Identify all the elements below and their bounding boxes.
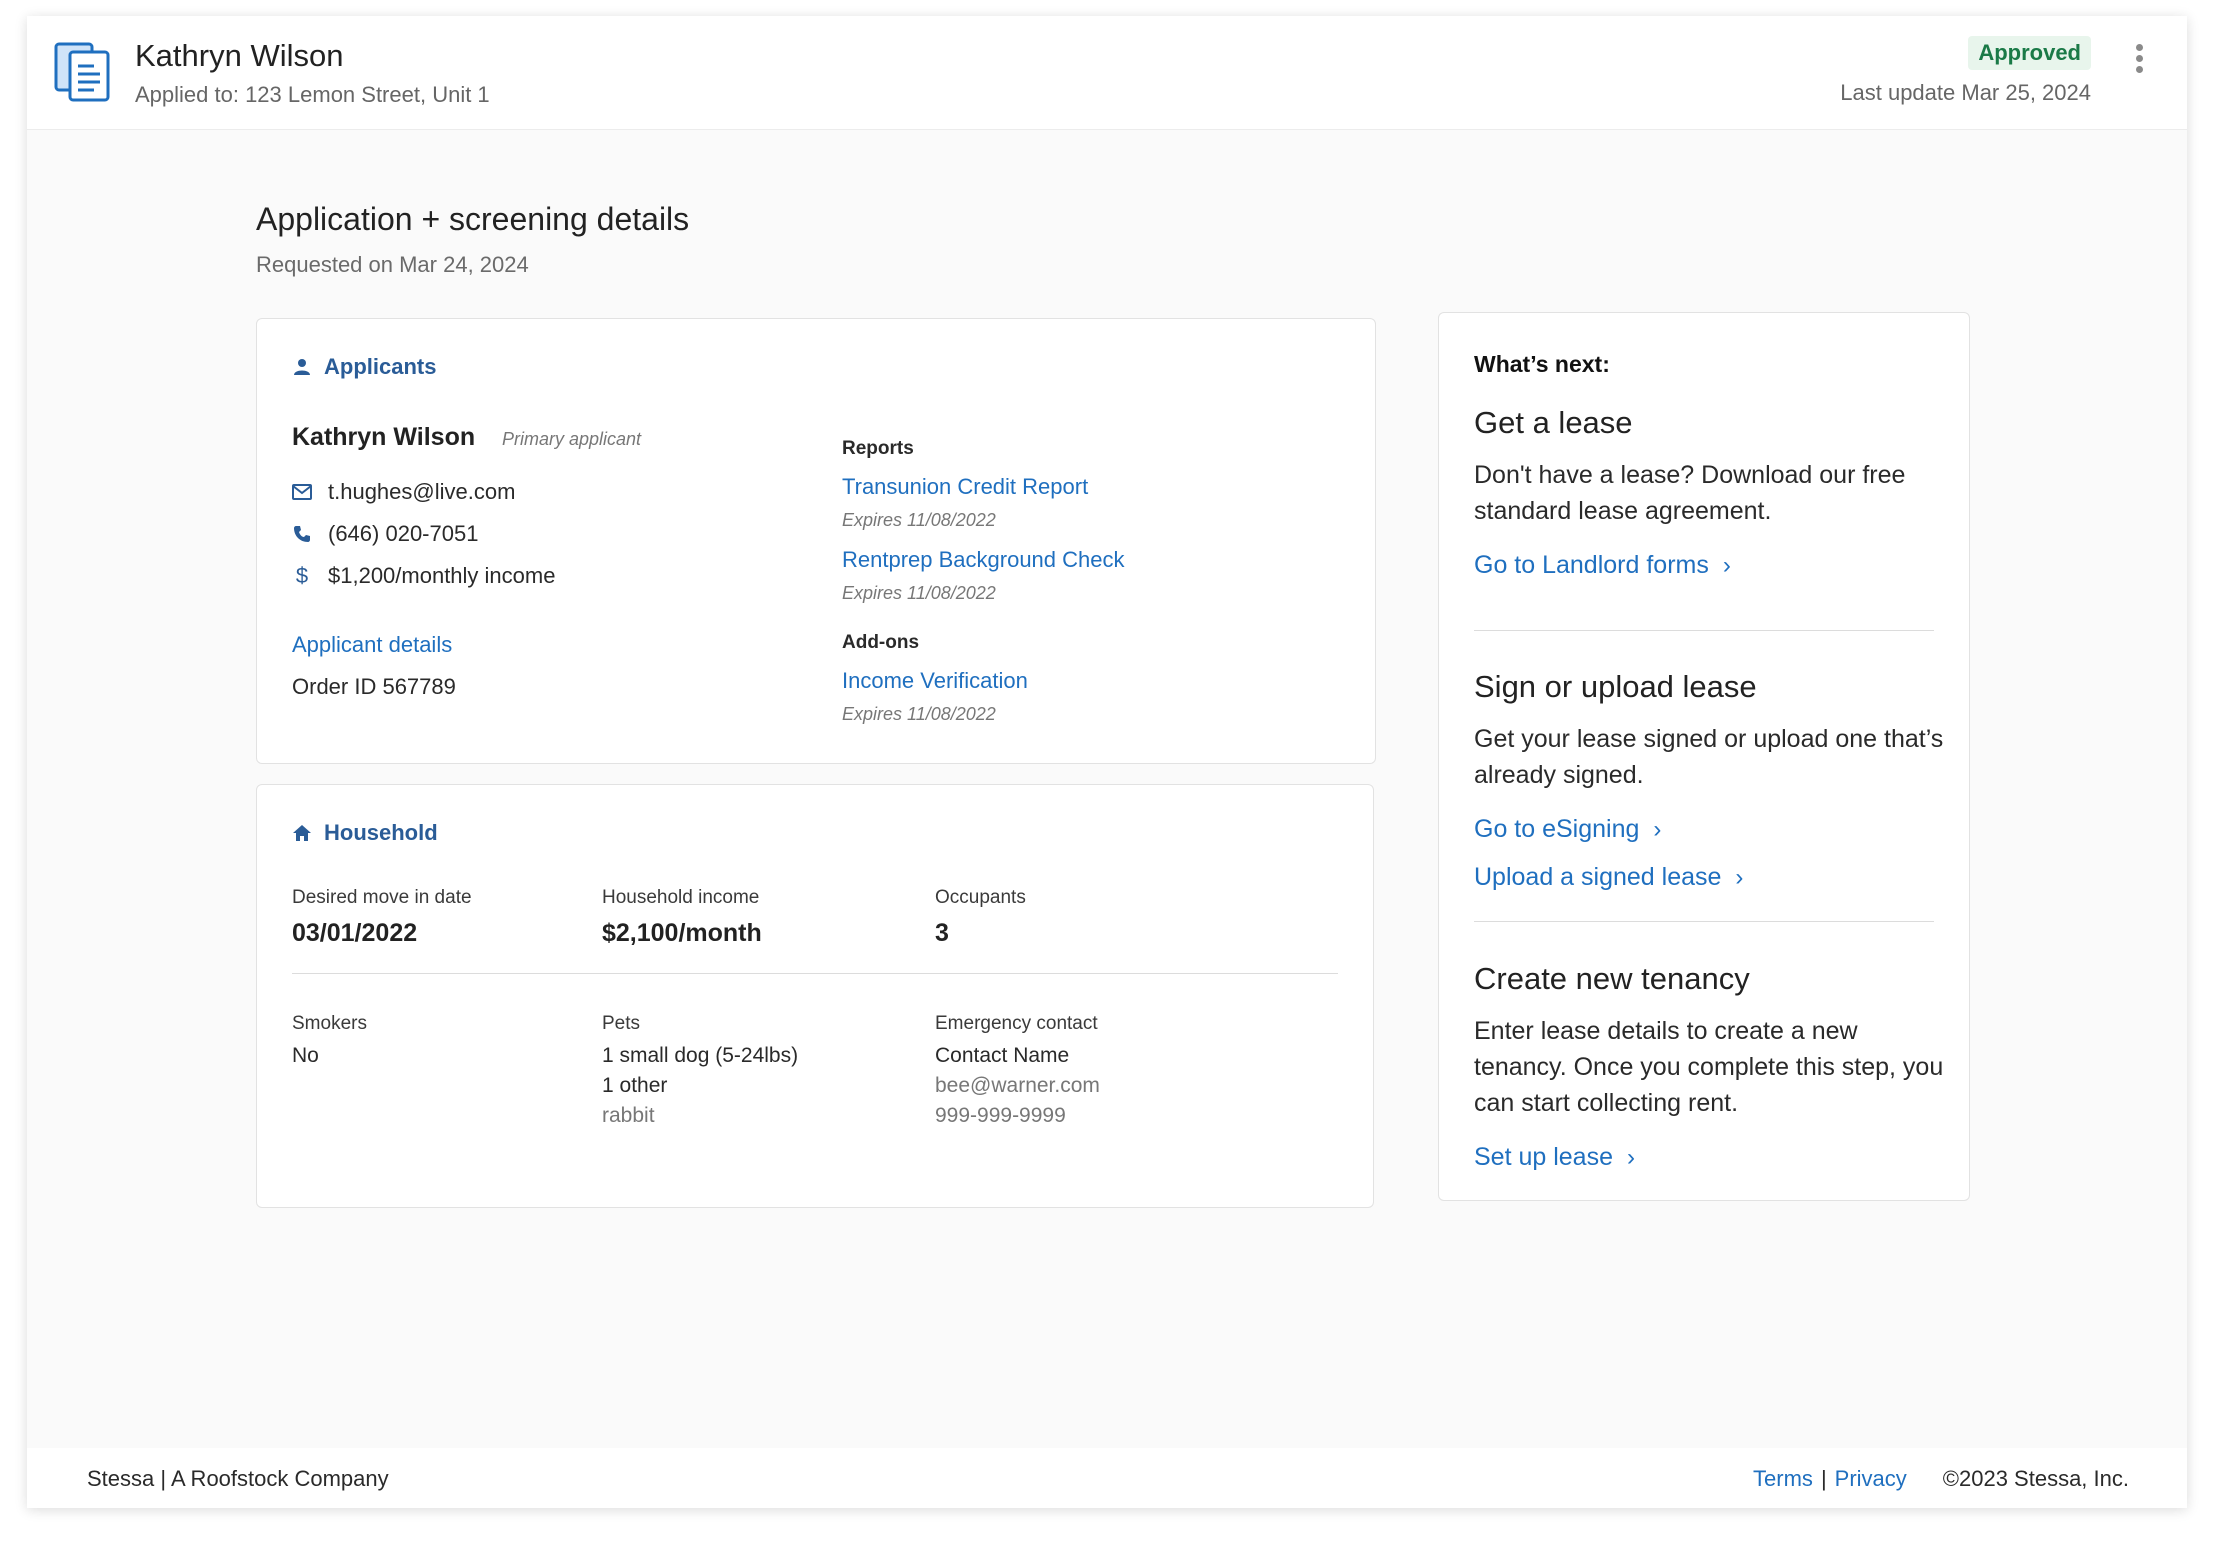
applied-to-address: Applied to: 123 Lemon Street, Unit 1 (135, 82, 490, 107)
income-row: $ $1,200/monthly income (292, 563, 556, 589)
person-icon (294, 359, 310, 375)
section-divider (1474, 630, 1934, 631)
household-card: Household Desired move in date 03/01/202… (256, 784, 1374, 1208)
get-lease-title: Get a lease (1474, 405, 1633, 440)
report-expiry: Expires 11/08/2022 (842, 510, 996, 530)
household-divider (292, 973, 1338, 974)
move-in-label: Desired move in date (292, 887, 472, 908)
smokers-label: Smokers (292, 1013, 367, 1034)
applicant-name: Kathryn Wilson (135, 38, 344, 73)
report-link-transunion[interactable]: Transunion Credit Report (842, 474, 1088, 500)
chevron-right-icon: › (1735, 863, 1744, 891)
household-income: $2,100/month (602, 919, 762, 947)
phone-icon (292, 524, 312, 544)
reports-label: Reports (842, 438, 914, 459)
create-tenancy-title: Create new tenancy (1474, 961, 1750, 996)
get-lease-description: Don't have a lease? Download our free st… (1474, 461, 1906, 525)
more-options-icon[interactable] (2133, 44, 2145, 78)
applicant-income: $1,200/monthly income (328, 563, 556, 588)
whats-next-card: What’s next: Get a lease Don't have a le… (1438, 312, 1970, 1201)
emergency-contact-label: Emergency contact (935, 1013, 1098, 1034)
emergency-contact-name: Contact Name (935, 1044, 1070, 1067)
document-icon (54, 42, 110, 102)
page-header: Kathryn Wilson Applied to: 123 Lemon Str… (27, 16, 2187, 130)
section-divider (1474, 921, 1934, 922)
footer-separator: | (1820, 1466, 1827, 1491)
home-icon (293, 825, 311, 841)
household-heading: Household (292, 820, 438, 846)
upload-lease-label: Upload a signed lease (1474, 863, 1722, 891)
create-tenancy-description: Enter lease details to create a new tena… (1474, 1017, 1944, 1117)
move-in-date: 03/01/2022 (292, 919, 418, 947)
household-label: Household (324, 820, 438, 845)
occupants-count: 3 (935, 919, 949, 947)
pets-label: Pets (602, 1013, 641, 1034)
applicant-role: Primary applicant (502, 429, 642, 449)
emergency-contact-email: bee@warner.com (935, 1074, 1100, 1097)
smokers-value: No (292, 1044, 319, 1067)
sign-lease-title: Sign or upload lease (1474, 669, 1757, 704)
pets-other-type: rabbit (602, 1104, 655, 1127)
applicant-details-link[interactable]: Applicant details (292, 632, 452, 658)
mail-icon (292, 482, 312, 502)
addons-label: Add-ons (842, 632, 920, 653)
applicants-label: Applicants (324, 354, 437, 379)
addon-link-income-verification[interactable]: Income Verification (842, 668, 1028, 694)
emergency-contact-phone: 999-999-9999 (935, 1104, 1066, 1127)
landlord-forms-label: Go to Landlord forms (1474, 551, 1709, 579)
page-title: Application + screening details (256, 201, 690, 237)
addon-expiry: Expires 11/08/2022 (842, 704, 996, 724)
terms-link[interactable]: Terms (1753, 1466, 1813, 1492)
chevron-right-icon: › (1627, 1143, 1635, 1171)
report-link-rentprep[interactable]: Rentprep Background Check (842, 547, 1125, 573)
app-window: Kathryn Wilson Applied to: 123 Lemon Str… (27, 16, 2187, 1508)
pets-other: 1 other (602, 1074, 668, 1097)
sign-lease-description: Get your lease signed or upload one that… (1474, 725, 1944, 789)
esigning-link[interactable]: Go to eSigning › (1474, 815, 1661, 844)
applicants-card: Applicants Kathryn Wilson Primary applic… (256, 318, 1376, 764)
household-income-label: Household income (602, 887, 760, 908)
chevron-right-icon: › (1653, 815, 1662, 843)
applicant-full-name: Kathryn Wilson (292, 423, 476, 451)
email-row: t.hughes@live.com (292, 479, 515, 505)
occupants-label: Occupants (935, 887, 1026, 908)
set-up-lease-link[interactable]: Set up lease › (1474, 1143, 1635, 1172)
set-up-lease-label: Set up lease (1474, 1143, 1613, 1171)
order-id: Order ID 567789 (292, 674, 456, 699)
copyright: ©2023 Stessa, Inc. (1942, 1466, 2129, 1491)
applicant-phone: (646) 020-7051 (328, 521, 479, 546)
esigning-label: Go to eSigning (1474, 815, 1640, 843)
privacy-link[interactable]: Privacy (1835, 1466, 1907, 1492)
chevron-right-icon: › (1722, 551, 1731, 579)
pets-dog: 1 small dog (5-24lbs) (602, 1044, 799, 1067)
applicants-heading: Applicants (292, 354, 436, 380)
footer-links: Terms | Privacy ©2023 Stessa, Inc. (1753, 1466, 2129, 1492)
landlord-forms-link[interactable]: Go to Landlord forms › (1474, 551, 1731, 580)
applicant-email: t.hughes@live.com (328, 479, 516, 504)
last-update: Last update Mar 25, 2024 (1840, 80, 2091, 105)
status-badge: Approved (1968, 36, 2091, 70)
footer-brand: Stessa | A Roofstock Company (87, 1466, 389, 1491)
page-footer: Stessa | A Roofstock Company Terms | Pri… (27, 1448, 2187, 1508)
whats-next-heading: What’s next: (1474, 351, 1610, 377)
upload-lease-link[interactable]: Upload a signed lease › (1474, 863, 1743, 892)
phone-row: (646) 020-7051 (292, 521, 478, 547)
report-expiry: Expires 11/08/2022 (842, 583, 996, 603)
dollar-icon: $ (295, 563, 309, 588)
requested-date: Requested on Mar 24, 2024 (256, 252, 529, 277)
